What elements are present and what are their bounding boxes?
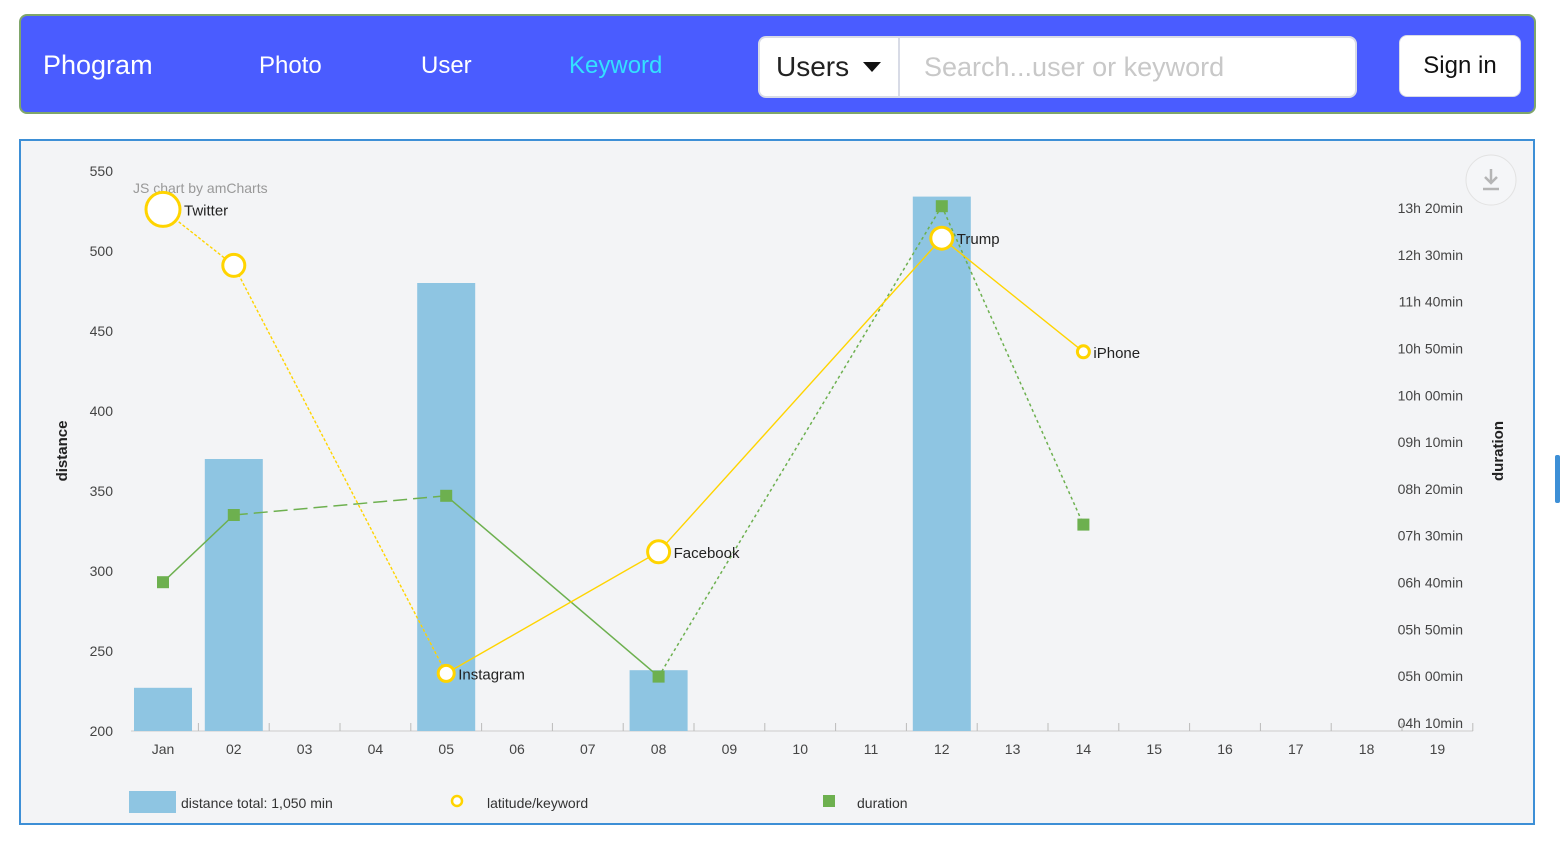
latitude-line-segment <box>445 551 659 675</box>
x-tick-label: 10 <box>792 741 808 757</box>
x-tick-label: 16 <box>1217 741 1233 757</box>
point-label: Instagram <box>458 666 525 683</box>
bar-distance <box>134 687 192 731</box>
y-tick-label: 450 <box>90 323 114 339</box>
search-group: Users <box>758 36 1357 98</box>
x-tick-label: 15 <box>1146 741 1162 757</box>
x-tick-label: 14 <box>1076 741 1092 757</box>
y-tick-label: 200 <box>90 723 114 739</box>
x-tick-label: 06 <box>509 741 525 757</box>
duration-line-segment <box>233 495 447 516</box>
x-tick-label: 13 <box>1005 741 1021 757</box>
legend-label-duration: duration <box>857 795 908 811</box>
y2-tick-label: 11h 40min <box>1399 294 1463 310</box>
x-tick-label: 08 <box>651 741 667 757</box>
duration-line-segment <box>445 495 660 678</box>
point-label: Trump <box>957 231 1000 248</box>
latitude-line-segment <box>233 265 447 674</box>
x-tick-label: 03 <box>297 741 313 757</box>
x-tick-label: 18 <box>1359 741 1375 757</box>
search-type-dropdown[interactable]: Users <box>760 38 900 96</box>
y2-tick-label: 07h 30min <box>1398 528 1463 544</box>
duration-marker <box>440 489 453 502</box>
caret-down-icon <box>863 62 882 72</box>
navbar: Phogram Photo User Keyword Users Sign in <box>19 14 1536 114</box>
x-tick-label: 07 <box>580 741 596 757</box>
y-axis-title: distance <box>54 421 71 482</box>
side-scroll-tab[interactable] <box>1555 455 1560 503</box>
y2-tick-label: 13h 20min <box>1398 200 1463 216</box>
duration-marker <box>652 670 665 683</box>
x-tick-label: 05 <box>438 741 454 757</box>
y2-tick-label: 08h 20min <box>1398 481 1463 497</box>
y-tick-label: 550 <box>90 163 114 179</box>
legend-label-latitude: latitude/keyword <box>487 795 588 811</box>
latitude-bubble <box>646 539 672 565</box>
point-label: Facebook <box>674 545 740 562</box>
legend-label-distance: distance total: 1,050 min <box>181 795 333 811</box>
x-tick-label: 17 <box>1288 741 1304 757</box>
y2-tick-label: 10h 00min <box>1398 387 1463 403</box>
y2-tick-label: 12h 30min <box>1398 247 1463 263</box>
latitude-bubble <box>144 190 182 228</box>
y2-tick-label: 04h 10min <box>1398 715 1463 731</box>
x-tick-label: 02 <box>226 741 242 757</box>
point-label: iPhone <box>1093 345 1140 362</box>
y-tick-label: 250 <box>90 643 114 659</box>
legend-swatch-latitude <box>450 794 464 808</box>
duration-line-segment <box>657 205 943 677</box>
duration-marker <box>935 200 948 213</box>
nav-link-user[interactable]: User <box>421 52 472 80</box>
x-tick-label: 19 <box>1430 741 1446 757</box>
point-label: Twitter <box>184 202 228 219</box>
x-tick-label: 04 <box>368 741 384 757</box>
duration-marker <box>227 509 240 521</box>
latitude-bubble <box>929 225 955 251</box>
x-tick-label: 12 <box>934 741 950 757</box>
legend-swatch-distance <box>129 791 176 813</box>
y2-axis-title: duration <box>1490 421 1507 481</box>
bar-distance <box>417 283 476 731</box>
y2-tick-label: 05h 50min <box>1398 621 1463 637</box>
latitude-bubble <box>1075 344 1091 360</box>
y-tick-label: 300 <box>90 563 114 579</box>
brand-logo[interactable]: Phogram <box>43 50 153 81</box>
y-tick-label: 400 <box>90 403 114 419</box>
chart-credit: JS chart by amCharts <box>133 180 268 196</box>
latitude-bubble <box>436 663 456 683</box>
sign-in-button[interactable]: Sign in <box>1399 35 1521 97</box>
bar-distance <box>204 459 263 731</box>
y2-tick-label: 10h 50min <box>1398 340 1463 356</box>
chart-container: JS chart by amCharts 200 250 300 350 400 450 50… <box>19 139 1535 825</box>
y2-tick-label: 09h 10min <box>1398 434 1463 450</box>
duration-marker <box>1077 518 1090 531</box>
latitude-line-segment <box>658 237 943 553</box>
y2-tick-label: 05h 00min <box>1398 668 1463 684</box>
y2-tick-label: 06h 40min <box>1398 575 1463 591</box>
nav-link-keyword[interactable]: Keyword <box>569 52 662 80</box>
x-tick-label: Jan <box>152 741 175 757</box>
duration-marker <box>157 576 169 589</box>
latitude-bubble <box>221 252 247 278</box>
y-tick-label: 350 <box>90 483 114 499</box>
nav-link-photo[interactable]: Photo <box>259 52 322 80</box>
combo-chart: JS chart by amCharts 200 250 300 350 400 450 50… <box>54 154 1517 813</box>
search-input[interactable] <box>902 38 1352 96</box>
legend-swatch-duration <box>823 795 835 807</box>
search-type-label: Users <box>776 51 850 82</box>
y-tick-label: 500 <box>90 243 114 259</box>
bar-distance <box>912 196 971 732</box>
x-tick-label: 11 <box>864 741 879 757</box>
x-tick-label: 09 <box>722 741 738 757</box>
